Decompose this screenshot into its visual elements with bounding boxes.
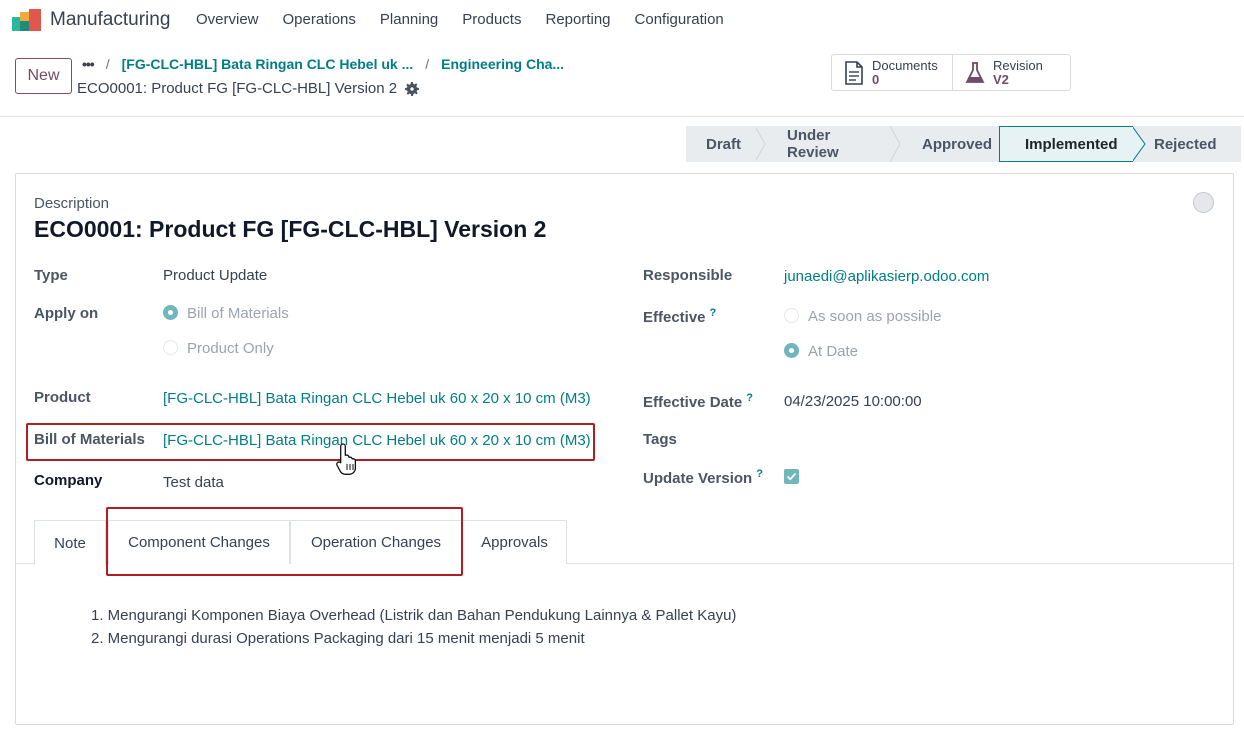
- breadcrumb-bom-link[interactable]: [FG-CLC-HBL] Bata Ringan CLC Hebel uk ..…: [122, 56, 414, 72]
- menu-reporting[interactable]: Reporting: [545, 11, 610, 28]
- update-version-help-icon[interactable]: ?: [756, 468, 763, 480]
- menu-configuration[interactable]: Configuration: [635, 11, 724, 28]
- documents-label: Documents: [872, 57, 938, 73]
- product-link[interactable]: [FG-CLC-HBL] Bata Ringan CLC Hebel uk 60…: [163, 390, 591, 407]
- control-panel: New ••• / [FG-CLC-HBL] Bata Ringan CLC H…: [0, 40, 1244, 117]
- current-record-title: ECO0001: Product FG [FG-CLC-HBL] Version…: [77, 80, 398, 97]
- revision-label: Revision: [992, 57, 1043, 73]
- stage-label: Rejected: [1154, 135, 1217, 153]
- tab-approvals[interactable]: Approvals: [462, 520, 567, 564]
- radio-as-soon-as-possible[interactable]: [784, 308, 799, 323]
- breadcrumb-eco-link[interactable]: Engineering Cha...: [441, 56, 564, 72]
- type-label: Type: [34, 267, 68, 284]
- effective-label-text: Effective: [643, 309, 706, 326]
- stage-draft[interactable]: Draft: [686, 126, 756, 162]
- apply-on-option-product: Product Only: [187, 340, 274, 357]
- manufacturing-app-icon[interactable]: [12, 9, 42, 31]
- stage-label: Implemented: [1025, 135, 1118, 153]
- note-content[interactable]: 1. Mengurangi Komponen Biaya Overhead (L…: [91, 604, 736, 650]
- breadcrumb-separator: /: [105, 56, 110, 72]
- revision-smart-button[interactable]: Revision V2: [953, 55, 1070, 90]
- menu-operations[interactable]: Operations: [283, 11, 356, 28]
- stage-label: Approved: [922, 135, 993, 153]
- effective-option-asap: As soon as possible: [808, 308, 942, 325]
- highlight-box-bom: [26, 423, 595, 461]
- description-label: Description: [34, 195, 110, 212]
- eco-title[interactable]: ECO0001: Product FG [FG-CLC-HBL] Version…: [34, 216, 546, 243]
- effective-date-label: Effective Date?: [643, 392, 753, 411]
- new-button[interactable]: New: [15, 58, 72, 94]
- company-value[interactable]: Test data: [163, 474, 224, 491]
- documents-count: 0: [872, 71, 880, 87]
- note-line: 2. Mengurangi durasi Operations Packagin…: [91, 630, 585, 647]
- stage-under-review[interactable]: Under Review: [765, 126, 890, 162]
- radio-at-date[interactable]: [784, 343, 799, 358]
- update-version-checkbox[interactable]: [784, 469, 799, 484]
- stage-implemented[interactable]: Implemented: [999, 126, 1133, 162]
- menu-products[interactable]: Products: [462, 11, 521, 28]
- apply-on-option-bom: Bill of Materials: [187, 305, 289, 322]
- flask-icon: [965, 61, 985, 83]
- effective-date-help-icon[interactable]: ?: [746, 392, 753, 404]
- smart-buttons: Documents 0 Revision V2: [831, 54, 1071, 91]
- breadcrumb-separator: /: [425, 56, 430, 72]
- stage-label: Draft: [706, 135, 742, 153]
- product-label: Product: [34, 389, 91, 406]
- effective-help-icon[interactable]: ?: [710, 307, 717, 319]
- effective-date-value[interactable]: 04/23/2025 10:00:00: [784, 393, 922, 410]
- note-line: 1. Mengurangi Komponen Biaya Overhead (L…: [91, 607, 737, 624]
- documents-smart-button[interactable]: Documents 0: [832, 55, 953, 90]
- top-navbar: Manufacturing Overview Operations Planni…: [0, 0, 1244, 40]
- chevron-separator: [755, 126, 765, 162]
- menu-overview[interactable]: Overview: [196, 11, 259, 28]
- update-version-label-text: Update Version: [643, 470, 753, 487]
- highlight-box-tabs: [106, 507, 463, 576]
- stage-approved[interactable]: Approved: [900, 126, 999, 162]
- breadcrumb-current: ECO0001: Product FG [FG-CLC-HBL] Version…: [77, 80, 420, 97]
- effective-label: Effective?: [643, 307, 716, 326]
- update-version-label: Update Version?: [643, 468, 763, 487]
- radio-product-only[interactable]: [163, 340, 178, 355]
- breadcrumb-more-button[interactable]: •••: [82, 56, 95, 72]
- hand-pointer-icon: [336, 443, 357, 475]
- company-label: Company: [34, 472, 103, 489]
- stage-label: Under Review: [787, 127, 839, 161]
- tab-note[interactable]: Note: [34, 520, 106, 565]
- revision-value: V2: [992, 71, 1009, 87]
- checkmark-icon: [786, 472, 797, 481]
- type-value[interactable]: Product Update: [163, 267, 267, 284]
- apply-on-label: Apply on: [34, 305, 99, 322]
- stage-rejected[interactable]: Rejected: [1146, 126, 1241, 162]
- responsible-link[interactable]: junaedi@aplikasierp.odoo.com: [784, 268, 989, 285]
- priority-status-icon[interactable]: [1193, 192, 1214, 213]
- gear-icon[interactable]: [405, 81, 420, 96]
- effective-option-at-date: At Date: [808, 343, 859, 360]
- tags-label: Tags: [643, 431, 677, 448]
- responsible-label: Responsible: [643, 267, 733, 284]
- main-menu: Overview Operations Planning Products Re…: [196, 11, 748, 28]
- app-name[interactable]: Manufacturing: [50, 9, 170, 31]
- chevron-active: [1132, 126, 1146, 162]
- effective-date-label-text: Effective Date: [643, 394, 743, 411]
- breadcrumb: ••• / [FG-CLC-HBL] Bata Ringan CLC Hebel…: [82, 56, 564, 72]
- chevron-separator: [890, 126, 900, 162]
- menu-planning[interactable]: Planning: [380, 11, 438, 28]
- status-bar: Draft Under Review Approved Implemented …: [686, 126, 1241, 162]
- radio-bill-of-materials[interactable]: [163, 305, 178, 320]
- document-icon: [845, 60, 863, 85]
